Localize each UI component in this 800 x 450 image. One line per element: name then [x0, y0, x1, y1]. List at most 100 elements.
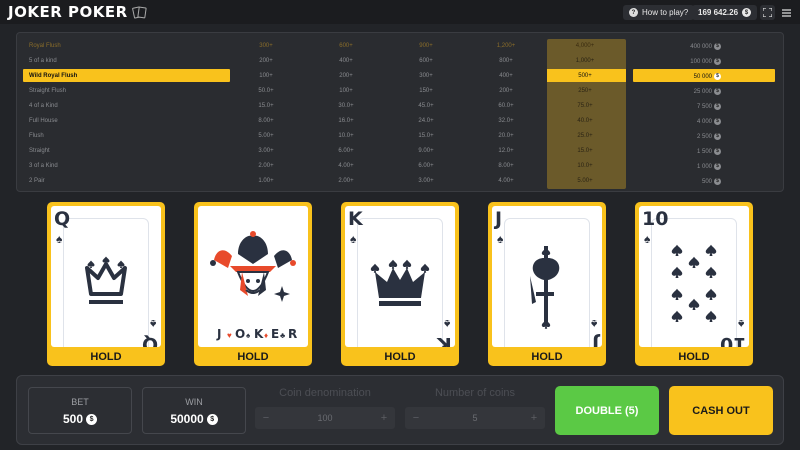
- joker-letter: E: [271, 327, 279, 341]
- multiplier-cell: 200+: [499, 88, 513, 94]
- top-bar: JOKER POKER ? How to play? 169 642.26 $: [0, 0, 800, 24]
- diamond-icon: ♦: [264, 331, 268, 340]
- coin-icon: $: [714, 88, 721, 95]
- multiplier-cell: 16.0+: [338, 118, 354, 124]
- hold-label: HOLD: [531, 351, 563, 363]
- payout-value: 2 500: [696, 133, 712, 140]
- playing-card[interactable]: Q ♠ Q ♠ HOLD: [47, 202, 165, 366]
- payout-value: 50 000: [693, 73, 712, 80]
- coin-denomination-stepper: − 100 +: [255, 407, 395, 429]
- game-logo: JOKER POKER: [8, 3, 147, 21]
- multiplier-cell: 20.0+: [498, 133, 514, 139]
- payout-cell: 25 000 $: [661, 88, 721, 95]
- hand-name: 2 Pair: [29, 178, 45, 184]
- hand-name: 5 of a kind: [29, 58, 57, 64]
- coin-denomination-increase-button[interactable]: +: [373, 412, 395, 424]
- multiplier-cell: 12.0+: [498, 148, 514, 154]
- multiplier-cell: 15.0+: [258, 103, 274, 109]
- multiplier-cell: 150+: [419, 88, 433, 94]
- hand-name: Straight Flush: [29, 88, 67, 94]
- hold-label: HOLD: [90, 351, 122, 363]
- payout-value: 400 000: [690, 43, 712, 50]
- joker-letter: K: [254, 327, 264, 341]
- card-face: J ♠ J ♠: [492, 206, 602, 347]
- multiplier-cell: 100+: [339, 88, 353, 94]
- hand-name: Straight: [29, 148, 50, 154]
- coin-icon: $: [714, 103, 721, 110]
- multiplier-cell: 4.00+: [498, 178, 514, 184]
- fullscreen-button[interactable]: [760, 5, 775, 20]
- question-icon: ?: [629, 8, 638, 17]
- paytable-row: Straight Flush 50.0+ 100+ 150+ 200+ 250+ 25 00…: [23, 84, 777, 98]
- how-to-play-button[interactable]: ? How to play?: [623, 5, 695, 20]
- playing-card[interactable]: J ♥ O ♠ K ♦ E ♣ R HOLD: [194, 202, 312, 366]
- king-crown-icon: [370, 259, 430, 306]
- jack-weapon-icon: [530, 246, 560, 329]
- multiplier-cell: 900+: [419, 43, 433, 49]
- coin-icon: $: [714, 148, 721, 155]
- joker-jester-icon: J ♥ O ♠ K ♦ E ♣ R: [210, 231, 297, 341]
- payout-cell: 400 000 $: [661, 43, 721, 50]
- number-of-coins-increase-button[interactable]: +: [523, 412, 545, 424]
- cash-out-button[interactable]: CASH OUT: [669, 386, 773, 435]
- multiplier-cell: 400+: [499, 73, 513, 79]
- hold-label: HOLD: [678, 351, 710, 363]
- hand-name: Flush: [29, 133, 44, 139]
- double-button[interactable]: DOUBLE (5): [555, 386, 659, 435]
- multiplier-cell: 3.00+: [418, 178, 434, 184]
- coin-icon: $: [714, 133, 721, 140]
- playing-card[interactable]: J ♠ J ♠ HOLD: [488, 202, 606, 366]
- multiplier-cell: 25.0+: [577, 133, 593, 139]
- fullscreen-icon: [763, 8, 772, 17]
- number-of-coins-decrease-button[interactable]: −: [405, 412, 427, 424]
- joker-letter: J: [216, 327, 221, 341]
- coin-icon: $: [714, 178, 721, 185]
- coin-icon: $: [86, 413, 98, 425]
- multiplier-cell: 100+: [259, 73, 273, 79]
- multiplier-cell: 5.00+: [577, 178, 593, 184]
- how-to-play-label: How to play?: [642, 8, 689, 17]
- playing-card[interactable]: K ♠ K ♠ HOLD: [341, 202, 459, 366]
- playing-card[interactable]: 10 ♠ 10 ♠ HOLD: [635, 202, 753, 366]
- queen-crown-icon: [85, 256, 127, 304]
- payout-cell: 1 000 $: [661, 163, 721, 170]
- multiplier-cell: 300+: [259, 43, 273, 49]
- number-of-coins-label: Number of coins: [434, 387, 516, 399]
- multiplier-cell: 75.0+: [577, 103, 593, 109]
- heart-icon: ♥: [227, 331, 232, 340]
- multiplier-cell: 15.0+: [577, 148, 593, 154]
- multiplier-cell: 800+: [499, 58, 513, 64]
- hold-label: HOLD: [237, 351, 269, 363]
- multiplier-cell: 4.00+: [338, 163, 354, 169]
- paytable-row: 3 of a Kind 2.00+ 4.00+ 6.00+ 8.00+ 10.0+ 1 00…: [23, 159, 777, 173]
- multiplier-cell: 2.00+: [258, 163, 274, 169]
- paytable-row: Flush 5.00+ 10.0+ 15.0+ 20.0+ 25.0+ 2 500 $: [23, 129, 777, 143]
- hand-name: 3 of a Kind: [29, 163, 58, 169]
- multiplier-cell: 8.00+: [258, 118, 274, 124]
- payout-value: 25 000: [693, 88, 712, 95]
- multiplier-cell: 10.0+: [577, 163, 593, 169]
- payout-value: 500: [701, 178, 712, 185]
- multiplier-cell: 6.00+: [338, 148, 354, 154]
- menu-icon: [782, 8, 791, 17]
- payout-value: 1 000: [696, 163, 712, 170]
- multiplier-cell: 8.00+: [498, 163, 514, 169]
- win-value-row: 50000 $: [143, 412, 245, 426]
- multiplier-cell: 1,200+: [496, 43, 516, 49]
- card-face: Q ♠ Q ♠: [51, 206, 161, 347]
- hand-name: 4 of a Kind: [29, 103, 58, 109]
- payout-cell: 500 $: [661, 178, 721, 185]
- spade-pips-icon: [671, 244, 717, 322]
- win-label: WIN: [185, 397, 203, 407]
- multiplier-cell: 32.0+: [498, 118, 514, 124]
- payout-value: 4 000: [696, 118, 712, 125]
- hand-name: Full House: [29, 118, 58, 124]
- coin-icon: $: [742, 8, 752, 17]
- menu-button[interactable]: [779, 5, 794, 20]
- spade-icon: ♠: [246, 331, 251, 340]
- multiplier-cell: 5.00+: [258, 133, 274, 139]
- multiplier-cell: 3.00+: [258, 148, 274, 154]
- coin-denomination-decrease-button[interactable]: −: [255, 412, 277, 424]
- multiplier-cell: 40.0+: [577, 118, 593, 124]
- multiplier-cell: 15.0+: [418, 133, 434, 139]
